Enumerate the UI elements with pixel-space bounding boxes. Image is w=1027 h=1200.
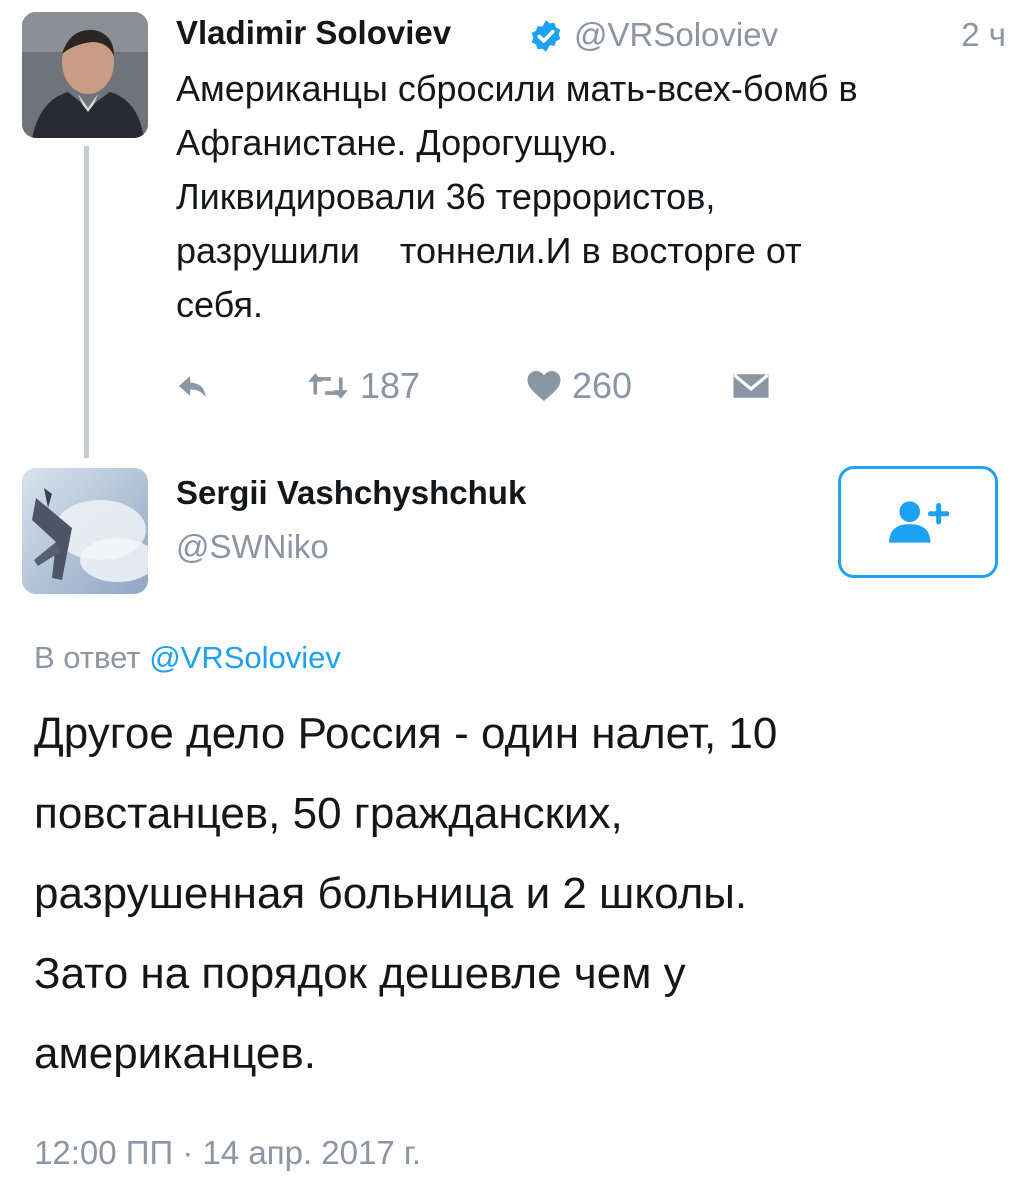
like-count: 260 xyxy=(572,365,633,406)
tweet-text-line: разрушенная больница и 2 школы. xyxy=(34,869,748,918)
author-name[interactable]: Vladimir Soloviev xyxy=(176,14,451,52)
reply-to-mention[interactable]: @VRSoloviev xyxy=(149,640,341,675)
tweet-text-line: повстанцев, 50 гражданских, xyxy=(34,789,623,838)
reply-author-avatar[interactable] xyxy=(22,468,148,594)
reply-button[interactable] xyxy=(176,358,210,414)
tweet-time: 2 ч xyxy=(961,16,1006,53)
retweet-icon xyxy=(308,373,348,399)
envelope-icon xyxy=(733,373,769,398)
tweet-text-line: Афганистане. Дорогущую. xyxy=(176,122,618,163)
reply-author-name[interactable]: Sergii Vashchyshchuk xyxy=(176,474,526,512)
parent-tweet-header: Vladimir Soloviev @VRSoloviev 2 ч xyxy=(176,10,1006,60)
retweet-button[interactable]: 187 xyxy=(306,358,420,414)
tweet-text-line: себя. xyxy=(176,284,263,325)
direct-message-button[interactable] xyxy=(732,358,770,414)
tweet-timestamp[interactable]: 12:00 ПП · 14 апр. 2017 г. xyxy=(34,1134,421,1172)
reply-context: В ответ @VRSoloviev xyxy=(34,640,341,676)
author-handle[interactable]: @VRSoloviev xyxy=(574,16,778,54)
tweet-actions: 187 260 xyxy=(176,358,876,414)
tweet-text-line: американцев. xyxy=(34,1029,317,1078)
reply-to-label: В ответ xyxy=(34,640,141,675)
tweet-text-line: Зато на порядок дешевле чем у xyxy=(34,949,686,998)
tweet-text-line: Американцы сбросили мать-всех-бомб в xyxy=(176,68,858,109)
reply-author-handle[interactable]: @SWNiko xyxy=(176,528,329,566)
thread-line xyxy=(84,146,89,458)
tweet-text-line: Другое дело Россия - один налет, 10 xyxy=(34,709,778,758)
heart-icon xyxy=(527,371,561,401)
tweet-text-line: разрушили тоннели.И в восторге от xyxy=(176,230,802,271)
retweet-count: 187 xyxy=(360,365,421,406)
follow-button[interactable] xyxy=(838,466,998,578)
like-button[interactable]: 260 xyxy=(526,358,632,414)
author-avatar[interactable] xyxy=(22,12,148,138)
tweet-text-line: Ликвидировали 36 террористов, xyxy=(176,176,716,217)
reply-tweet-text: Другое дело Россия - один налет, 10 повс… xyxy=(34,694,1004,1094)
parent-tweet-text: Американцы сбросили мать-всех-бомб в Афг… xyxy=(176,62,1006,332)
add-user-icon xyxy=(889,501,949,543)
reply-icon xyxy=(178,376,206,398)
verified-badge-icon xyxy=(531,20,561,52)
